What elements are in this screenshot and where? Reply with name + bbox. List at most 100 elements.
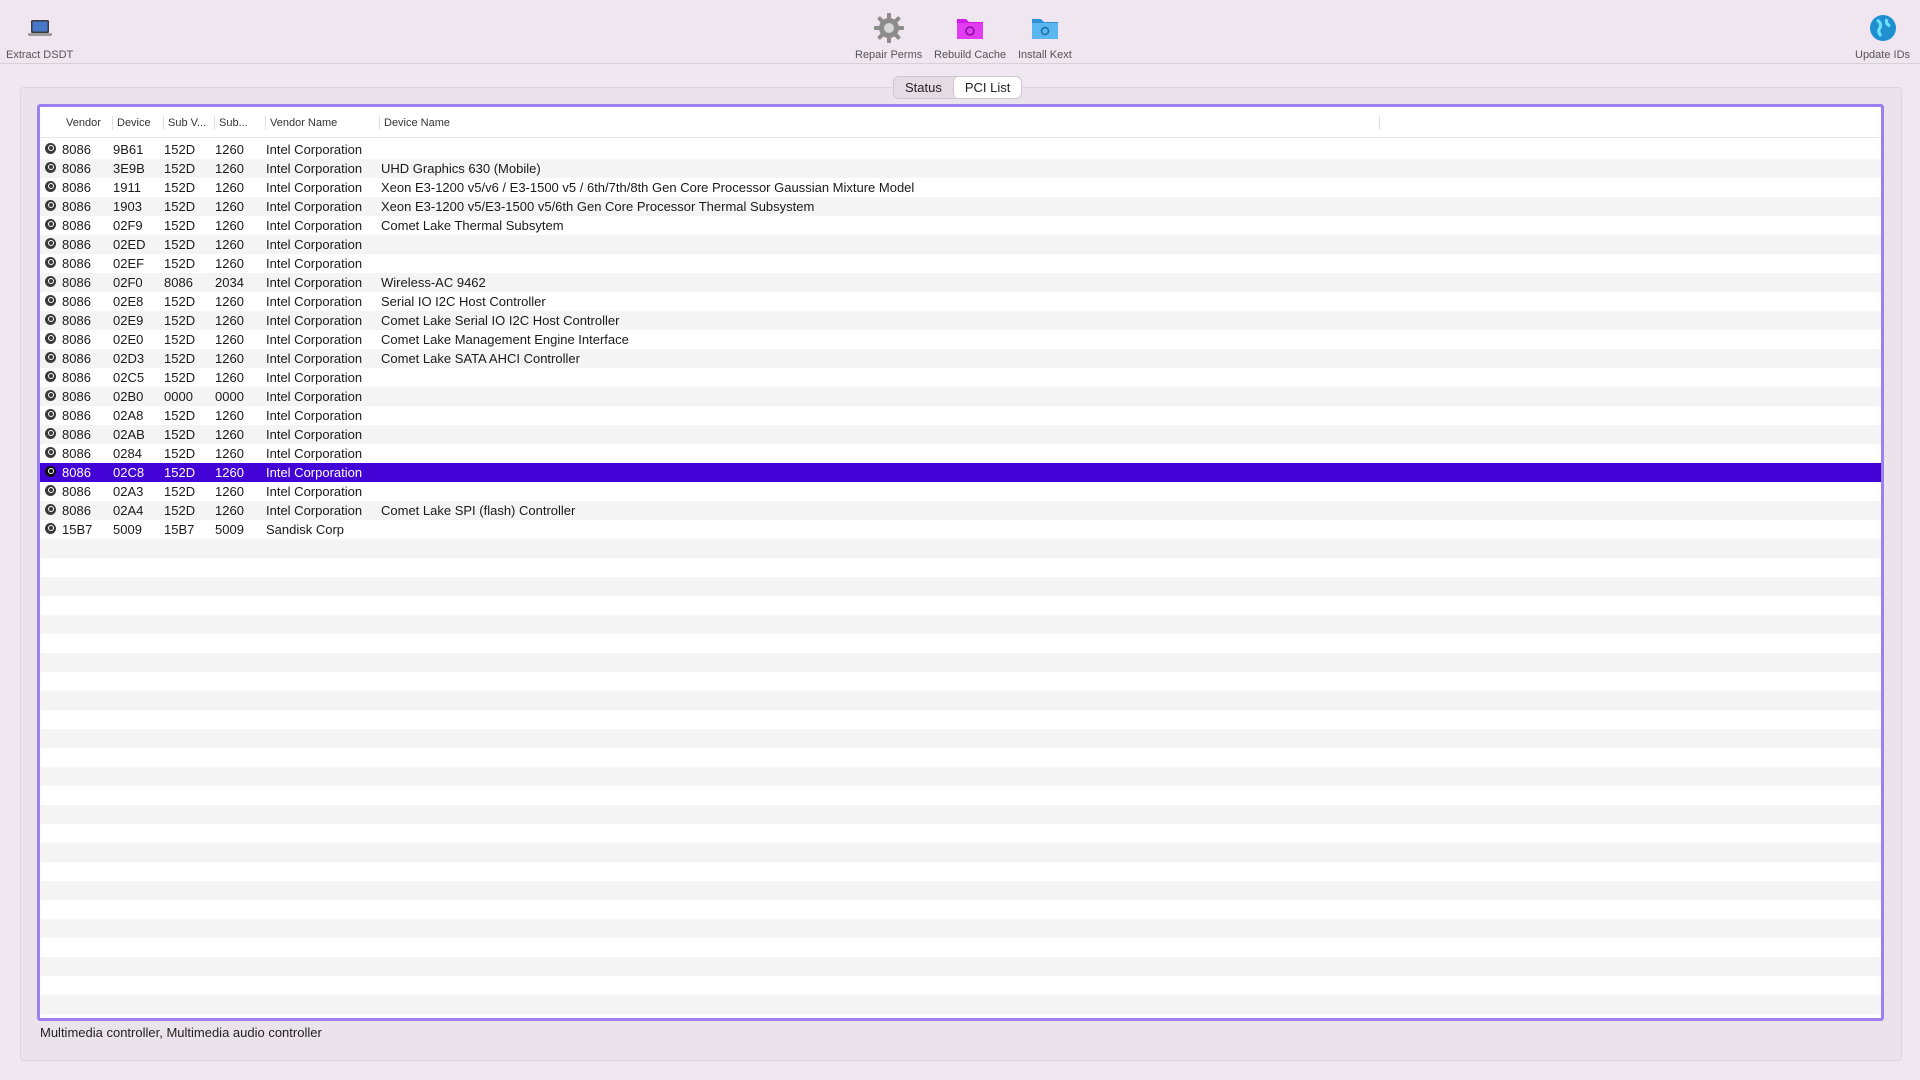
cell-vendor: 8086	[62, 332, 91, 347]
pci-device-icon	[45, 295, 56, 306]
tab-status[interactable]: Status	[894, 77, 953, 98]
cell-device: 02ED	[113, 237, 146, 252]
cell-vendor: 15B7	[62, 522, 93, 537]
cell-sub-device: 1260	[215, 484, 244, 499]
cell-vendor-name: Intel Corporation	[266, 408, 363, 423]
table-row[interactable]: 8086 02D3 152D 1260 Intel Corporation Comet L…	[40, 349, 1881, 368]
cell-vendor: 8086	[62, 503, 91, 518]
cell-sub-device: 1260	[215, 465, 244, 480]
pci-device-icon	[45, 314, 56, 325]
cell-sub-vendor: 15B7	[164, 522, 195, 537]
column-header-sub-vendor[interactable]: Sub V...	[164, 116, 215, 130]
pci-device-icon	[45, 200, 56, 211]
table-row[interactable]: 8086 02A8 152D 1260 Intel Corporation	[40, 406, 1881, 425]
cell-vendor: 8086	[62, 465, 91, 480]
cell-vendor-name: Intel Corporation	[266, 484, 363, 499]
column-header-vendor-name[interactable]: Vendor Name	[266, 116, 380, 130]
empty-row	[40, 615, 1881, 634]
repair-perms-button[interactable]: Repair Perms	[855, 12, 922, 61]
extract-dsdt-label: Extract DSDT	[6, 49, 74, 61]
table-row[interactable]: 15B7 5009 15B7 5009 Sandisk Corp	[40, 520, 1881, 539]
cell-device: 02F0	[113, 275, 143, 290]
cell-vendor-name: Intel Corporation	[266, 256, 363, 271]
repair-perms-label: Repair Perms	[855, 49, 923, 61]
update-ids-button[interactable]: Update IDs	[1855, 12, 1910, 61]
pci-device-icon	[45, 371, 56, 382]
cell-sub-vendor: 152D	[164, 427, 196, 442]
table-row[interactable]: 8086 1911 152D 1260 Intel Corporation Xeon E3…	[40, 178, 1881, 197]
tab-bar: Status PCI List	[893, 76, 1023, 99]
cell-vendor-name: Intel Corporation	[266, 313, 363, 328]
cell-device-name: Serial IO I2C Host Controller	[381, 294, 546, 309]
cell-sub-device: 1260	[215, 237, 244, 252]
folder-gear-icon	[953, 12, 987, 44]
pci-device-icon	[45, 257, 56, 268]
cell-sub-vendor: 152D	[164, 237, 196, 252]
table-row[interactable]: 8086 02E9 152D 1260 Intel Corporation Comet L…	[40, 311, 1881, 330]
extract-dsdt-button[interactable]: Extract DSDT	[6, 12, 73, 61]
column-header-sub-device[interactable]: Sub...	[215, 116, 266, 130]
cell-sub-vendor: 152D	[164, 199, 196, 214]
cell-vendor-name: Intel Corporation	[266, 332, 363, 347]
cell-sub-device: 1260	[215, 142, 244, 157]
empty-row	[40, 577, 1881, 596]
empty-row	[40, 653, 1881, 672]
cell-sub-device: 1260	[215, 503, 244, 518]
cell-vendor-name: Intel Corporation	[266, 275, 363, 290]
table-row[interactable]: 8086 02A3 152D 1260 Intel Corporation	[40, 482, 1881, 501]
cell-device: 02F9	[113, 218, 143, 233]
table-row[interactable]: 8086 02ED 152D 1260 Intel Corporation	[40, 235, 1881, 254]
cell-vendor-name: Intel Corporation	[266, 161, 363, 176]
table-row[interactable]: 8086 02E8 152D 1260 Intel Corporation Serial …	[40, 292, 1881, 311]
cell-vendor-name: Intel Corporation	[266, 503, 363, 518]
empty-row	[40, 729, 1881, 748]
pci-device-icon	[45, 238, 56, 249]
empty-row	[40, 995, 1881, 1014]
table-row[interactable]: 8086 02E0 152D 1260 Intel Corporation Comet L…	[40, 330, 1881, 349]
cell-sub-vendor: 152D	[164, 465, 196, 480]
column-header-vendor[interactable]: Vendor	[62, 116, 113, 130]
table-row[interactable]: 8086 02EF 152D 1260 Intel Corporation	[40, 254, 1881, 273]
empty-row	[40, 919, 1881, 938]
cell-vendor-name: Intel Corporation	[266, 446, 363, 461]
cell-sub-vendor: 152D	[164, 503, 196, 518]
install-kext-button[interactable]: Install Kext	[1018, 12, 1072, 61]
column-header-device[interactable]: Device	[113, 116, 164, 130]
table-row[interactable]: 8086 1903 152D 1260 Intel Corporation Xeon E3…	[40, 197, 1881, 216]
table-row[interactable]: 8086 02C8 152D 1260 Intel Corporation	[40, 463, 1881, 482]
empty-row	[40, 805, 1881, 824]
cell-device: 3E9B	[113, 161, 145, 176]
cell-sub-vendor: 152D	[164, 351, 196, 366]
cell-vendor: 8086	[62, 446, 91, 461]
cell-sub-vendor: 0000	[164, 389, 193, 404]
table-row[interactable]: 8086 02A4 152D 1260 Intel Corporation Comet L…	[40, 501, 1881, 520]
empty-row	[40, 767, 1881, 786]
cell-sub-device: 1260	[215, 427, 244, 442]
cell-sub-vendor: 152D	[164, 484, 196, 499]
cell-vendor-name: Intel Corporation	[266, 465, 363, 480]
cell-vendor: 8086	[62, 370, 91, 385]
tab-pci-list[interactable]: PCI List	[952, 77, 1022, 98]
cell-sub-device: 1260	[215, 370, 244, 385]
table-row[interactable]: 8086 02F9 152D 1260 Intel Corporation Comet L…	[40, 216, 1881, 235]
rebuild-cache-button[interactable]: Rebuild Cache	[934, 12, 1006, 61]
column-header-device-name[interactable]: Device Name	[380, 116, 1380, 130]
empty-row	[40, 938, 1881, 957]
table-row[interactable]: 8086 9B61 152D 1260 Intel Corporation	[40, 140, 1881, 159]
table-row[interactable]: 8086 02AB 152D 1260 Intel Corporation	[40, 425, 1881, 444]
cell-device: 0284	[113, 446, 142, 461]
cell-device-name: Wireless-AC 9462	[381, 275, 486, 290]
cell-device-name: Comet Lake Thermal Subsytem	[381, 218, 564, 233]
table-row[interactable]: 8086 3E9B 152D 1260 Intel Corporation UHD Gra…	[40, 159, 1881, 178]
table-row[interactable]: 8086 02B0 0000 0000 Intel Corporation	[40, 387, 1881, 406]
table-row[interactable]: 8086 02F0 8086 2034 Intel Corporation Wireles…	[40, 273, 1881, 292]
cell-sub-device: 1260	[215, 408, 244, 423]
cell-vendor-name: Intel Corporation	[266, 237, 363, 252]
pci-table[interactable]: Vendor Device Sub V... Sub... Vendor Nam…	[37, 104, 1884, 1021]
table-row[interactable]: 8086 0284 152D 1260 Intel Corporation	[40, 444, 1881, 463]
cell-vendor: 8086	[62, 218, 91, 233]
cell-device: 02EF	[113, 256, 145, 271]
table-header: Vendor Device Sub V... Sub... Vendor Nam…	[40, 107, 1881, 138]
cell-device: 02C8	[113, 465, 145, 480]
table-row[interactable]: 8086 02C5 152D 1260 Intel Corporation	[40, 368, 1881, 387]
